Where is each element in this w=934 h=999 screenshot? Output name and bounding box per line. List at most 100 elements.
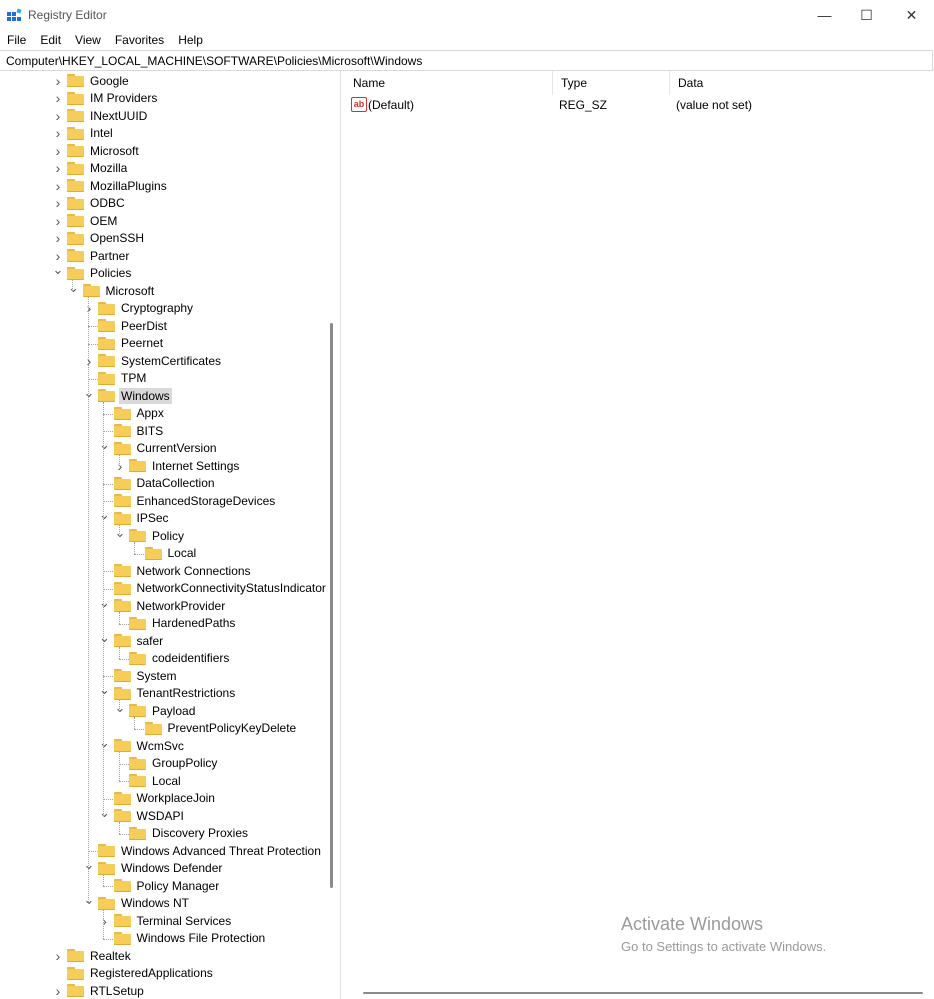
chevron-down-icon[interactable]: ⌄: [99, 629, 111, 646]
chevron-right-icon[interactable]: ›: [52, 230, 64, 247]
chevron-right-icon[interactable]: ›: [99, 912, 111, 929]
tree-node-mozilla[interactable]: › Mozilla: [52, 160, 129, 177]
tree-node-label: safer: [136, 633, 164, 648]
chevron-right-icon[interactable]: ›: [52, 212, 64, 229]
tree-node-codeidentifiers[interactable]: codeidentifiers: [114, 650, 231, 667]
tree-node-policy[interactable]: ⌄ Policy: [114, 524, 186, 544]
values-list[interactable]: Name Type Data ab (Default) REG_SZ (valu…: [345, 71, 934, 999]
tree-node-label: Network Connections: [136, 563, 251, 578]
tree-node-im-providers[interactable]: › IM Providers: [52, 90, 159, 107]
tree-node-discovery-proxies[interactable]: Discovery Proxies: [114, 825, 250, 842]
tree-node-grouppolicy[interactable]: GroupPolicy: [114, 755, 219, 772]
chevron-right-icon[interactable]: ›: [52, 982, 64, 999]
menu-help[interactable]: Help: [171, 31, 210, 49]
registry-tree[interactable]: › Google › IM Providers › INextUUID › Intel › Mic…: [0, 71, 341, 999]
tree-node-policies[interactable]: ⌄ Policies: [52, 262, 133, 282]
tree-node-label: HardenedPaths: [152, 616, 236, 630]
tree-node-cryptography[interactable]: › Cryptography: [83, 300, 195, 317]
menu-file[interactable]: File: [0, 31, 33, 49]
tree-node-windows-defender[interactable]: ⌄ Windows Defender: [83, 857, 224, 877]
chevron-down-icon[interactable]: ⌄: [83, 384, 95, 401]
tree-node-wcmsvc[interactable]: ⌄ WcmSvc: [99, 734, 186, 754]
tree-node-preventpolicykeydelete[interactable]: PreventPolicyKeyDelete: [130, 720, 299, 737]
chevron-down-icon[interactable]: ⌄: [52, 262, 64, 279]
tree-node-network-connections[interactable]: Network Connections: [99, 562, 253, 579]
menu-edit[interactable]: Edit: [33, 31, 68, 49]
chevron-right-icon[interactable]: ›: [52, 947, 64, 964]
tree-node-label: TPM: [121, 371, 147, 385]
chevron-down-icon[interactable]: ⌄: [68, 279, 80, 296]
maximize-button[interactable]: ☐: [844, 0, 889, 30]
column-header-name[interactable]: Name: [345, 71, 553, 95]
tree-node-mozillaplugins[interactable]: › MozillaPlugins: [52, 177, 169, 194]
folder-icon: [98, 336, 115, 350]
value-row[interactable]: ab (Default) REG_SZ (value not set): [345, 96, 934, 114]
tree-node-microsoft[interactable]: › Microsoft: [52, 142, 141, 159]
chevron-right-icon[interactable]: ›: [52, 72, 64, 89]
tree-node-safer[interactable]: ⌄ safer: [99, 629, 166, 649]
menu-view[interactable]: View: [68, 31, 108, 49]
tree-guide-line: [103, 938, 113, 940]
tree-node-internet-settings[interactable]: › Internet Settings: [114, 457, 241, 474]
chevron-down-icon[interactable]: ⌄: [99, 437, 111, 454]
chevron-down-icon[interactable]: ⌄: [99, 804, 111, 821]
tree-node-registeredapplications[interactable]: RegisteredApplications: [52, 965, 215, 982]
tree-node-rtlsetup[interactable]: › RTLSetup: [52, 982, 146, 999]
tree-node-terminal-services[interactable]: › Terminal Services: [99, 912, 234, 929]
tree-node-oem[interactable]: › OEM: [52, 212, 119, 229]
chevron-down-icon[interactable]: ⌄: [83, 857, 95, 874]
chevron-right-icon[interactable]: ›: [52, 125, 64, 142]
address-bar[interactable]: Computer\HKEY_LOCAL_MACHINE\SOFTWARE\Pol…: [0, 50, 933, 71]
chevron-down-icon[interactable]: ⌄: [114, 699, 126, 716]
tree-node-windows-nt[interactable]: ⌄ Windows NT: [83, 892, 191, 912]
chevron-right-icon[interactable]: ›: [52, 195, 64, 212]
tree-node-payload[interactable]: ⌄ Payload: [114, 699, 197, 719]
tree-node-label: ODBC: [90, 196, 125, 210]
tree-node-workplacejoin[interactable]: WorkplaceJoin: [99, 790, 217, 807]
tree-node-windows-advanced-threat-protection[interactable]: Windows Advanced Threat Protection: [83, 842, 323, 859]
tree-node-google[interactable]: › Google: [52, 72, 131, 89]
tree-node-inextuuid[interactable]: › INextUUID: [52, 107, 149, 124]
tree-guide-line: [103, 798, 113, 800]
folder-icon: [113, 634, 131, 647]
values-scrollbar-thumb[interactable]: [363, 992, 923, 994]
chevron-down-icon[interactable]: ⌄: [99, 594, 111, 611]
chevron-down-icon[interactable]: ⌄: [99, 507, 111, 524]
tree-node-policy-manager[interactable]: Policy Manager: [99, 877, 222, 894]
chevron-down-icon[interactable]: ⌄: [83, 892, 95, 909]
tree-node-hardenedpaths[interactable]: HardenedPaths: [114, 615, 237, 632]
column-header-type[interactable]: Type: [553, 71, 670, 95]
tree-node-openssh[interactable]: › OpenSSH: [52, 230, 146, 247]
address-path[interactable]: Computer\HKEY_LOCAL_MACHINE\SOFTWARE\Pol…: [6, 54, 422, 68]
tree-node-odbc[interactable]: › ODBC: [52, 195, 127, 212]
tree-scrollbar-thumb[interactable]: [330, 323, 333, 888]
tree-node-datacollection[interactable]: DataCollection: [99, 475, 217, 492]
chevron-right-icon[interactable]: ›: [52, 142, 64, 159]
chevron-right-icon[interactable]: ›: [114, 457, 126, 474]
tree-node-realtek[interactable]: › Realtek: [52, 947, 133, 964]
tree-node-ipsec[interactable]: ⌄ IPSec: [99, 507, 171, 527]
chevron-down-icon[interactable]: ⌄: [114, 524, 126, 541]
tree-node-systemcertificates[interactable]: › SystemCertificates: [83, 352, 223, 369]
chevron-right-icon[interactable]: ›: [52, 177, 64, 194]
tree-node-microsoft[interactable]: ⌄ Microsoft: [68, 279, 157, 299]
folder-icon: [144, 546, 162, 560]
chevron-right-icon[interactable]: ›: [83, 300, 95, 317]
menu-favorites[interactable]: Favorites: [108, 31, 171, 49]
tree-node-intel[interactable]: › Intel: [52, 125, 115, 142]
chevron-right-icon[interactable]: ›: [52, 90, 64, 107]
tree-node-networkconnectivitystatusindicator[interactable]: NetworkConnectivityStatusIndicator: [99, 580, 328, 597]
chevron-right-icon[interactable]: ›: [83, 352, 95, 369]
close-button[interactable]: ✕: [889, 0, 934, 30]
minimize-button[interactable]: —: [802, 0, 847, 30]
chevron-right-icon[interactable]: ›: [52, 107, 64, 124]
tree-node-enhancedstoragedevices[interactable]: EnhancedStorageDevices: [99, 492, 278, 509]
tree-node-wsdapi[interactable]: ⌄ WSDAPI: [99, 804, 186, 824]
tree-node-windows-file-protection[interactable]: Windows File Protection: [99, 930, 268, 947]
chevron-down-icon[interactable]: ⌄: [99, 682, 111, 699]
chevron-right-icon[interactable]: ›: [52, 160, 64, 177]
tree-node-currentversion[interactable]: ⌄ CurrentVersion: [99, 437, 219, 457]
tree-node-windows[interactable]: ⌄ Windows: [83, 384, 172, 404]
column-header-data[interactable]: Data: [670, 71, 934, 95]
chevron-down-icon[interactable]: ⌄: [99, 734, 111, 751]
